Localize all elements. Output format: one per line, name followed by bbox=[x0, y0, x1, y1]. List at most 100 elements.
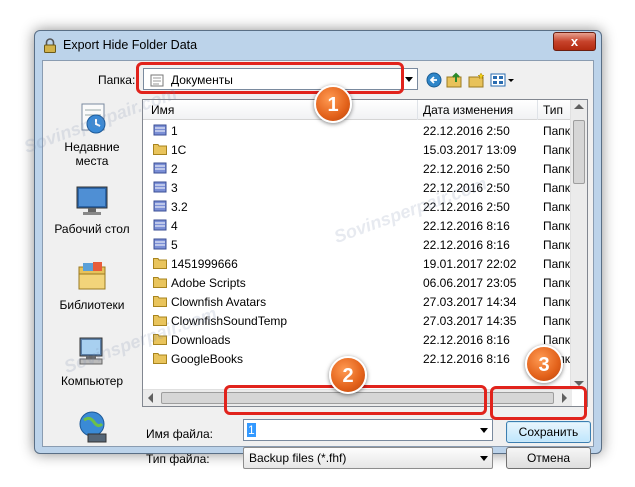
file-name: GoogleBooks bbox=[171, 352, 244, 366]
place-libraries[interactable]: Библиотеки bbox=[45, 258, 139, 312]
folder-icon bbox=[153, 334, 167, 345]
place-network[interactable] bbox=[45, 408, 139, 448]
place-desktop[interactable]: Рабочий стол bbox=[45, 182, 139, 236]
file-row[interactable]: 2 22.12.2016 2:50 Папка bbox=[143, 160, 577, 178]
folder-icon bbox=[153, 315, 167, 326]
file-date: 22.12.2016 8:16 bbox=[423, 352, 510, 366]
file-name: ClownfishSoundTemp bbox=[171, 314, 288, 328]
filename-label: Имя файла: bbox=[146, 427, 213, 441]
view-menu-icon[interactable] bbox=[489, 71, 515, 89]
file-row[interactable]: ClownfishSoundTemp 27.03.2017 14:35 Папка bbox=[143, 312, 577, 330]
file-name: 4 bbox=[171, 219, 178, 233]
file-date: 15.03.2017 13:09 bbox=[423, 143, 517, 157]
file-date: 22.12.2016 2:50 bbox=[423, 200, 510, 214]
folder-icon bbox=[153, 258, 167, 269]
file-row[interactable]: 1 22.12.2016 2:50 Папка bbox=[143, 122, 577, 140]
library-folder-icon bbox=[153, 181, 167, 193]
cancel-button[interactable]: Отмена bbox=[506, 447, 591, 469]
file-list[interactable]: Имя Дата изменения Тип 1 22.12.2016 2:50 П… bbox=[142, 99, 588, 407]
file-name: 3 bbox=[171, 181, 178, 195]
file-date: 27.03.2017 14:34 bbox=[423, 295, 517, 309]
highlight-frame bbox=[490, 386, 587, 420]
folder-icon bbox=[153, 353, 167, 364]
file-name: Adobe Scripts bbox=[171, 276, 246, 290]
place-label: Рабочий стол bbox=[54, 222, 130, 236]
desktop-icon bbox=[74, 182, 110, 218]
filename-input[interactable]: 1 bbox=[243, 419, 493, 441]
window-title: Export Hide Folder Data bbox=[63, 38, 198, 52]
scroll-left-icon[interactable] bbox=[148, 393, 153, 403]
places-bar: Недавние места Рабочий стол Библиотеки К… bbox=[45, 96, 139, 443]
filetype-select[interactable]: Backup files (*.fhf) bbox=[243, 447, 493, 469]
folder-icon bbox=[153, 296, 167, 307]
filename-value: 1 bbox=[247, 423, 256, 437]
library-folder-icon bbox=[153, 124, 167, 136]
scroll-up-icon[interactable] bbox=[574, 104, 584, 109]
step-badge: 1 bbox=[314, 85, 352, 123]
file-row[interactable]: 3.2 22.12.2016 2:50 Папка bbox=[143, 198, 577, 216]
chevron-down-icon[interactable] bbox=[480, 456, 488, 461]
file-name: 1C bbox=[171, 143, 187, 157]
file-row[interactable]: 5 22.12.2016 8:16 Папка bbox=[143, 236, 577, 254]
column-date[interactable]: Дата изменения bbox=[423, 103, 513, 117]
vertical-scrollbar[interactable] bbox=[570, 100, 587, 390]
file-name: 1451999666 bbox=[171, 257, 238, 271]
back-icon[interactable] bbox=[425, 71, 445, 89]
column-divider[interactable] bbox=[537, 100, 538, 120]
folder-icon bbox=[153, 144, 167, 155]
file-row[interactable]: Downloads 22.12.2016 8:16 Папка bbox=[143, 331, 577, 349]
column-name[interactable]: Имя bbox=[151, 103, 174, 117]
highlight-frame bbox=[136, 62, 404, 94]
file-row[interactable]: Adobe Scripts 06.06.2017 23:05 Папка bbox=[143, 274, 577, 292]
library-folder-icon bbox=[153, 219, 167, 231]
chevron-down-icon[interactable] bbox=[405, 77, 413, 82]
recent-places-icon bbox=[74, 100, 110, 136]
file-name: 1 bbox=[171, 124, 178, 138]
file-date: 06.06.2017 23:05 bbox=[423, 276, 517, 290]
file-date: 27.03.2017 14:35 bbox=[423, 314, 517, 328]
new-folder-icon[interactable] bbox=[467, 71, 487, 89]
place-recent[interactable]: Недавние места bbox=[45, 100, 139, 168]
lock-icon bbox=[44, 38, 56, 53]
file-date: 22.12.2016 2:50 bbox=[423, 124, 510, 138]
file-name: 5 bbox=[171, 238, 178, 252]
file-name: Downloads bbox=[171, 333, 231, 347]
file-row[interactable]: 1451999666 19.01.2017 22:02 Папка bbox=[143, 255, 577, 273]
library-folder-icon bbox=[153, 238, 167, 250]
file-date: 22.12.2016 2:50 bbox=[423, 162, 510, 176]
file-row[interactable]: 3 22.12.2016 2:50 Папка bbox=[143, 179, 577, 197]
close-button[interactable]: x bbox=[553, 32, 596, 51]
place-label: Недавние bbox=[64, 140, 120, 154]
filetype-value: Backup files (*.fhf) bbox=[249, 451, 347, 465]
file-name: 2 bbox=[171, 162, 178, 176]
up-folder-icon[interactable] bbox=[445, 71, 465, 89]
file-list-header: Имя Дата изменения Тип bbox=[143, 100, 572, 120]
file-date: 22.12.2016 8:16 bbox=[423, 238, 510, 252]
file-name: 3.2 bbox=[171, 200, 188, 214]
scroll-thumb[interactable] bbox=[573, 120, 585, 184]
save-button[interactable]: Сохранить bbox=[506, 421, 591, 443]
network-icon bbox=[74, 408, 110, 444]
chevron-down-icon[interactable] bbox=[480, 428, 488, 433]
file-row[interactable]: 1C 15.03.2017 13:09 Папка bbox=[143, 141, 577, 159]
file-row[interactable]: 4 22.12.2016 8:16 Папка bbox=[143, 217, 577, 235]
filetype-label: Тип файла: bbox=[146, 452, 210, 466]
place-label: Компьютер bbox=[60, 374, 124, 388]
file-date: 22.12.2016 8:16 bbox=[423, 219, 510, 233]
step-badge: 2 bbox=[329, 356, 367, 394]
column-divider[interactable] bbox=[417, 100, 418, 120]
place-label: Библиотеки bbox=[59, 298, 125, 312]
lookin-label: Папка: bbox=[98, 73, 136, 87]
libraries-icon bbox=[74, 258, 110, 294]
file-date: 22.12.2016 8:16 bbox=[423, 333, 510, 347]
step-badge: 3 bbox=[525, 345, 563, 383]
column-type[interactable]: Тип bbox=[543, 103, 563, 117]
file-date: 19.01.2017 22:02 bbox=[423, 257, 517, 271]
file-row[interactable]: Clownfish Avatars 27.03.2017 14:34 Папка bbox=[143, 293, 577, 311]
title-bar[interactable]: Export Hide Folder Data x bbox=[35, 31, 601, 59]
library-folder-icon bbox=[153, 162, 167, 174]
file-name: Clownfish Avatars bbox=[171, 295, 267, 309]
folder-icon bbox=[153, 277, 167, 288]
file-date: 22.12.2016 2:50 bbox=[423, 181, 510, 195]
place-computer[interactable]: Компьютер bbox=[45, 334, 139, 388]
